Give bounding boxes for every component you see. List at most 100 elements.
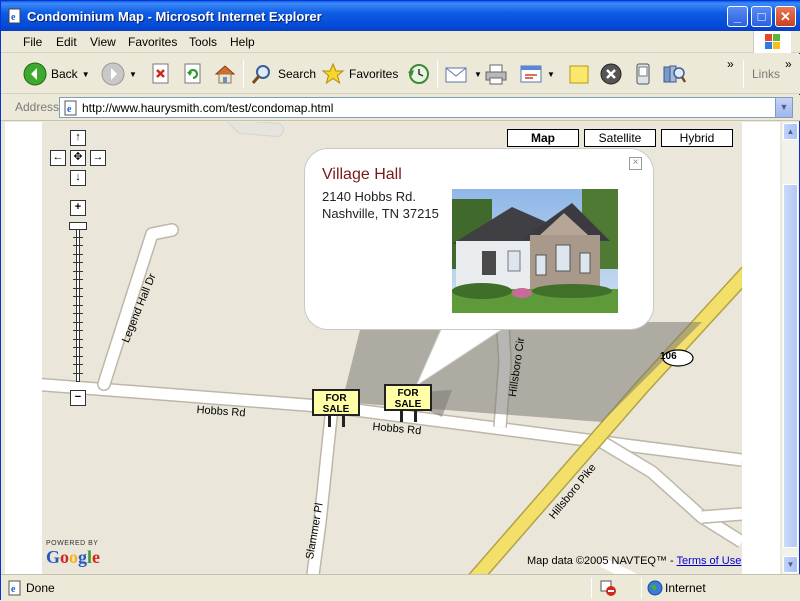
page-icon: e xyxy=(64,100,77,116)
infowindow-title: Village Hall xyxy=(322,166,402,183)
for-sale-marker-selected[interactable]: FOR SALE xyxy=(384,384,434,425)
address-url: http://www.haurysmith.com/test/condomap.… xyxy=(82,101,334,115)
page-done-icon: e xyxy=(8,580,21,596)
title-bar[interactable]: e Condominium Map - Microsoft Internet E… xyxy=(1,1,800,31)
mail-button[interactable]: ▼ xyxy=(444,60,482,88)
search-button[interactable]: Search xyxy=(250,60,316,88)
back-label: Back xyxy=(51,67,78,81)
infowindow-address-line1: 2140 Hobbs Rd. xyxy=(322,189,416,204)
pin-1-text-sale: SALE xyxy=(323,404,350,415)
stop-circle-icon xyxy=(600,63,622,85)
status-separator xyxy=(591,578,592,598)
forward-button[interactable]: ▼ xyxy=(101,60,137,88)
toolbar-separator xyxy=(243,60,244,88)
back-arrow-icon xyxy=(23,62,47,86)
popup-blocked-icon[interactable] xyxy=(599,579,617,597)
refresh-button[interactable] xyxy=(183,60,203,88)
discuss-button[interactable] xyxy=(567,60,591,88)
menu-edit[interactable]: Edit xyxy=(56,35,77,49)
favorites-button[interactable]: Favorites xyxy=(321,60,398,88)
history-icon xyxy=(408,64,429,84)
device-button[interactable] xyxy=(633,60,653,88)
security-zone-label: Internet xyxy=(665,581,706,595)
mail-icon xyxy=(445,67,467,83)
menu-tools[interactable]: Tools xyxy=(189,35,217,49)
ie-document-icon: e xyxy=(8,8,21,24)
infowindow-address-line2: Nashville, TN 37215 xyxy=(322,206,439,221)
printer-icon xyxy=(485,64,507,85)
address-bar: Address e http://www.haurysmith.com/test… xyxy=(1,95,800,121)
favorites-label: Favorites xyxy=(349,67,399,81)
print-button[interactable] xyxy=(484,60,508,88)
address-label: Address xyxy=(15,100,60,114)
address-input[interactable]: e http://www.haurysmith.com/test/condoma… xyxy=(59,97,793,118)
house-photo xyxy=(452,189,618,313)
research-icon xyxy=(663,65,687,83)
menu-favorites[interactable]: Favorites xyxy=(128,35,177,49)
mail-dropdown-icon[interactable]: ▼ xyxy=(474,70,482,79)
menu-bar: File Edit View Favorites Tools Help xyxy=(1,31,800,53)
messenger-button[interactable] xyxy=(599,60,623,88)
search-label: Search xyxy=(278,67,317,81)
terms-of-use-link[interactable]: Terms of Use xyxy=(677,555,742,567)
google-logo[interactable]: Google xyxy=(46,547,100,568)
toolbar-chevron[interactable]: » xyxy=(727,57,734,71)
status-text: Done xyxy=(26,581,55,595)
home-icon xyxy=(214,65,236,84)
favorites-star-icon xyxy=(321,62,345,85)
minimize-button[interactable]: _ xyxy=(727,6,748,27)
menu-view[interactable]: View xyxy=(90,35,116,49)
stop-icon xyxy=(152,63,169,84)
toolbar-separator xyxy=(437,60,438,88)
windows-logo-icon xyxy=(753,31,791,53)
stop-button[interactable] xyxy=(151,60,171,88)
edit-page-icon xyxy=(520,65,542,83)
map-copyright: Map data ©2005 NAVTEQ™ - Terms of Use xyxy=(527,555,741,567)
browser-window: e Condominium Map - Microsoft Internet E… xyxy=(0,0,800,601)
note-icon xyxy=(569,65,589,84)
copyright-text: Map data ©2005 NAVTEQ™ - xyxy=(527,555,677,567)
back-dropdown-icon[interactable]: ▼ xyxy=(82,70,90,79)
back-button[interactable]: Back ▼ xyxy=(23,60,90,88)
toolbar-separator xyxy=(743,60,744,88)
scroll-thumb[interactable] xyxy=(783,184,798,548)
status-separator xyxy=(641,578,642,598)
history-button[interactable] xyxy=(405,60,431,88)
forward-arrow-icon xyxy=(101,62,125,86)
forward-dropdown-icon[interactable]: ▼ xyxy=(129,70,137,79)
edit-button[interactable]: ▼ xyxy=(519,60,555,88)
home-button[interactable] xyxy=(213,60,237,88)
menu-file[interactable]: File xyxy=(23,35,42,49)
map-canvas[interactable]: 106 Legend Hall Dr Hobbs Rd Hobbs Rd Hil… xyxy=(42,122,742,574)
standard-toolbar: Back ▼ ▼ Search Favorites ▼ ▼ » Links » xyxy=(1,54,800,94)
powered-by-label: POWERED BY xyxy=(46,540,99,547)
refresh-icon xyxy=(184,63,201,84)
menu-help[interactable]: Help xyxy=(230,35,255,49)
pin-1-text-for: FOR xyxy=(325,393,347,404)
edit-dropdown-icon[interactable]: ▼ xyxy=(547,70,555,79)
links-chevron[interactable]: » xyxy=(785,57,792,71)
svg-text:e: e xyxy=(11,584,16,595)
svg-text:e: e xyxy=(11,12,16,23)
for-sale-sign-icon: FOR SALE xyxy=(384,384,432,422)
close-button[interactable]: ✕ xyxy=(775,6,796,27)
infowindow-close-button[interactable]: × xyxy=(629,157,642,170)
page-content: 106 Legend Hall Dr Hobbs Rd Hobbs Rd Hil… xyxy=(5,122,780,574)
for-sale-marker[interactable]: FOR SALE xyxy=(312,389,362,430)
pin-2-text-sale: SALE xyxy=(395,399,422,410)
window-title: Condominium Map - Microsoft Internet Exp… xyxy=(27,9,322,24)
info-window: Village Hall 2140 Hobbs Rd. Nashville, T… xyxy=(304,148,654,330)
maximize-button[interactable]: □ xyxy=(751,6,772,27)
scroll-down-button[interactable]: ▼ xyxy=(783,556,798,573)
mobile-device-icon xyxy=(636,63,650,85)
svg-text:e: e xyxy=(67,104,72,115)
research-button[interactable] xyxy=(661,60,687,88)
status-bar: e Done Internet xyxy=(1,574,800,601)
search-icon xyxy=(251,65,270,84)
address-dropdown-icon[interactable]: ▼ xyxy=(775,98,792,117)
vertical-scrollbar[interactable]: ▲ ▼ xyxy=(782,122,799,574)
pin-2-text-for: FOR xyxy=(397,388,419,399)
links-label[interactable]: Links xyxy=(752,67,780,81)
scroll-up-button[interactable]: ▲ xyxy=(783,123,798,140)
internet-globe-icon xyxy=(647,580,663,596)
